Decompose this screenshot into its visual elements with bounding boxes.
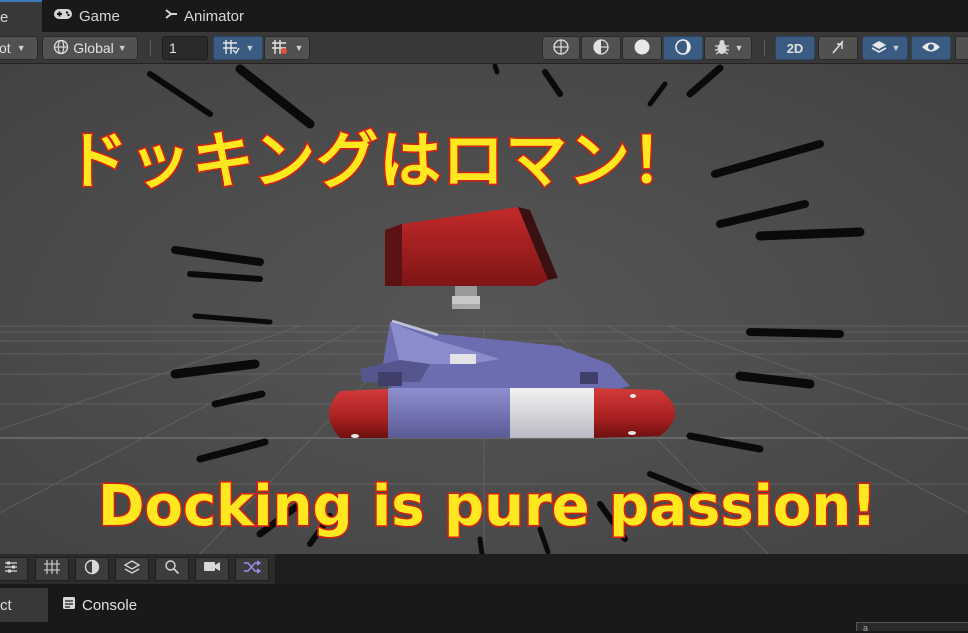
tab-console[interactable]: Console (62, 588, 137, 622)
globe-icon (53, 39, 69, 58)
shaded-wireframe-button[interactable] (581, 36, 621, 60)
tab-game[interactable]: Game (53, 0, 120, 32)
chevron-down-icon: ▼ (245, 43, 255, 53)
caption-japanese: ドッキングはロマン！ (64, 123, 695, 199)
chevron-down-icon: ▼ (891, 43, 901, 53)
shuffle-overlay-button[interactable] (235, 557, 269, 581)
search-overlay-button[interactable] (155, 557, 189, 581)
grid-snap-input[interactable]: 1 (162, 36, 208, 60)
pivot-dropdown[interactable]: ot ▼ (0, 36, 38, 60)
shaded-wireframe-icon (592, 38, 610, 59)
tab-animator-label: Animator (184, 7, 245, 25)
camera-overlay-button[interactable] (195, 557, 229, 581)
toolbar-divider (150, 40, 151, 56)
hatched-grid-icon (43, 559, 61, 579)
overlay-toolbar (0, 554, 275, 584)
bottom-panel-tabs: ct Console (0, 584, 968, 630)
shuffle-icon (243, 559, 262, 579)
chevron-down-icon: ▼ (16, 43, 26, 53)
grid-snap-value: 1 (169, 40, 177, 56)
mode-2d-toggle[interactable]: 2D (775, 36, 815, 60)
lighting-toggle[interactable] (818, 36, 858, 60)
snap-settings-button[interactable]: ▼ (264, 36, 310, 60)
camera-icon (203, 559, 221, 579)
caption-english: Docking is pure passion! (97, 473, 879, 541)
toolbar-divider (764, 40, 765, 56)
gamepad-icon (53, 7, 73, 25)
snap-grid-icon (271, 39, 289, 58)
scene-visibility-toggle[interactable] (911, 36, 951, 60)
space-label: Global (73, 40, 114, 56)
layers-icon (870, 39, 888, 58)
grid-icon (222, 39, 240, 58)
effects-dropdown[interactable]: ▼ (862, 36, 908, 60)
tab-game-label: Game (79, 7, 120, 25)
space-dropdown[interactable]: Global ▼ (42, 36, 138, 60)
bug-icon (713, 38, 731, 59)
shading-overlay-button[interactable] (75, 557, 109, 581)
tab-animator[interactable]: Animator (164, 0, 244, 32)
scene-bottom-edge (275, 554, 968, 584)
animator-icon (164, 7, 178, 25)
sliders-button[interactable] (0, 557, 28, 581)
tab-console-label: Console (82, 596, 138, 614)
grid-visibility-toggle[interactable]: ▼ (213, 36, 263, 60)
tab-project[interactable]: ct (0, 588, 48, 622)
pivot-label: ot (0, 40, 11, 56)
scene-toolbar: ot ▼ Global ▼ 1 ▼ ▼ ▼ 2D ▼ (0, 32, 968, 64)
wireframe-shading-button[interactable] (542, 36, 580, 60)
search-stub-text: a (863, 623, 869, 633)
solid-sphere-icon (633, 38, 651, 59)
window-tab-bar: e Game Animator (0, 0, 968, 32)
chevron-down-icon: ▼ (117, 43, 127, 53)
eye-icon (921, 40, 941, 57)
wireframe-sphere-icon (552, 38, 570, 59)
lit-shading-button[interactable] (663, 36, 703, 60)
tab-scene-label: e (0, 8, 9, 26)
grid-snap-overlay-button[interactable] (35, 557, 69, 581)
tab-project-label: ct (0, 596, 12, 614)
scene-viewport[interactable]: ドッキングはロマン！ Docking is pure passion! (0, 64, 968, 554)
light-slash-icon (829, 38, 847, 59)
mode-2d-label: 2D (786, 40, 804, 56)
console-icon (62, 596, 76, 614)
debug-draw-mode-dropdown[interactable]: ▼ (704, 36, 752, 60)
sliders-icon (3, 559, 19, 579)
layers-overlay-button[interactable] (115, 557, 149, 581)
half-sphere-icon (84, 559, 100, 579)
chevron-down-icon: ▼ (294, 43, 304, 53)
unlit-shading-button[interactable] (622, 36, 662, 60)
chevron-down-icon: ▼ (734, 43, 744, 53)
layers-grid-icon (123, 559, 141, 579)
tab-scene[interactable]: e (0, 0, 42, 32)
search-icon (164, 559, 180, 579)
camera-settings-button[interactable] (955, 36, 968, 60)
lit-sphere-icon (674, 38, 692, 59)
